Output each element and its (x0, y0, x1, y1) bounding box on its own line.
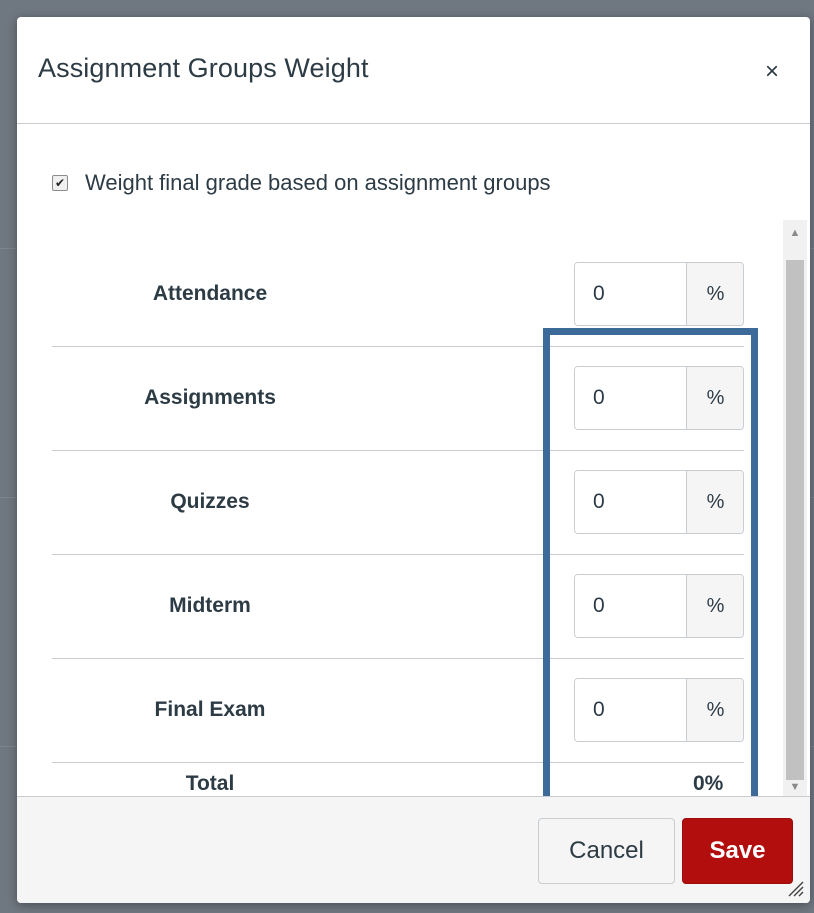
checkmark-icon: ✔ (54, 176, 66, 190)
weight-input-group: % (574, 366, 744, 430)
dialog-header: Assignment Groups Weight × (17, 17, 810, 124)
assignment-groups-weight-dialog: Assignment Groups Weight × ✔ Weight fina… (17, 17, 810, 903)
weight-input-assignments[interactable] (575, 367, 686, 429)
weight-checkbox-label[interactable]: Weight final grade based on assignment g… (85, 170, 551, 196)
dialog-footer: Cancel Save (17, 796, 810, 903)
total-value: 0% (693, 772, 724, 795)
weight-toggle-row[interactable]: ✔ Weight final grade based on assignment… (52, 170, 551, 196)
save-button[interactable]: Save (682, 818, 793, 884)
group-name: Midterm (169, 594, 251, 617)
scroll-down-icon[interactable]: ▼ (783, 776, 807, 798)
dialog-body: ✔ Weight final grade based on assignment… (17, 124, 810, 848)
cancel-button[interactable]: Cancel (538, 818, 675, 884)
percent-addon: % (686, 367, 743, 429)
total-label: Total (185, 772, 235, 795)
group-row-attendance: Attendance % (52, 242, 744, 347)
weight-input-group: % (574, 574, 744, 638)
group-name: Quizzes (170, 490, 250, 513)
percent-addon: % (686, 471, 743, 533)
dialog-title: Assignment Groups Weight (38, 53, 369, 83)
group-name: Attendance (152, 282, 268, 305)
weight-input-group: % (574, 470, 744, 534)
weight-input-attendance[interactable] (575, 263, 686, 325)
weight-checkbox[interactable]: ✔ (52, 175, 68, 191)
weight-input-quizzes[interactable] (575, 471, 686, 533)
percent-addon: % (686, 679, 743, 741)
vertical-scrollbar[interactable]: ▲ ▼ (783, 220, 807, 800)
group-row-final-exam: Final Exam % (52, 658, 744, 763)
scroll-up-icon[interactable]: ▲ (783, 222, 807, 244)
group-name: Assignments (144, 386, 276, 409)
weight-input-final-exam[interactable] (575, 679, 686, 741)
group-row-assignments: Assignments % (52, 346, 744, 451)
scrollbar-thumb[interactable] (786, 260, 804, 780)
weight-input-group: % (574, 678, 744, 742)
weight-input-group: % (574, 262, 744, 326)
group-name: Final Exam (154, 698, 266, 721)
group-row-quizzes: Quizzes % (52, 450, 744, 555)
weight-input-midterm[interactable] (575, 575, 686, 637)
percent-addon: % (686, 575, 743, 637)
group-row-midterm: Midterm % (52, 554, 744, 659)
percent-addon: % (686, 263, 743, 325)
close-icon[interactable]: × (757, 57, 787, 87)
